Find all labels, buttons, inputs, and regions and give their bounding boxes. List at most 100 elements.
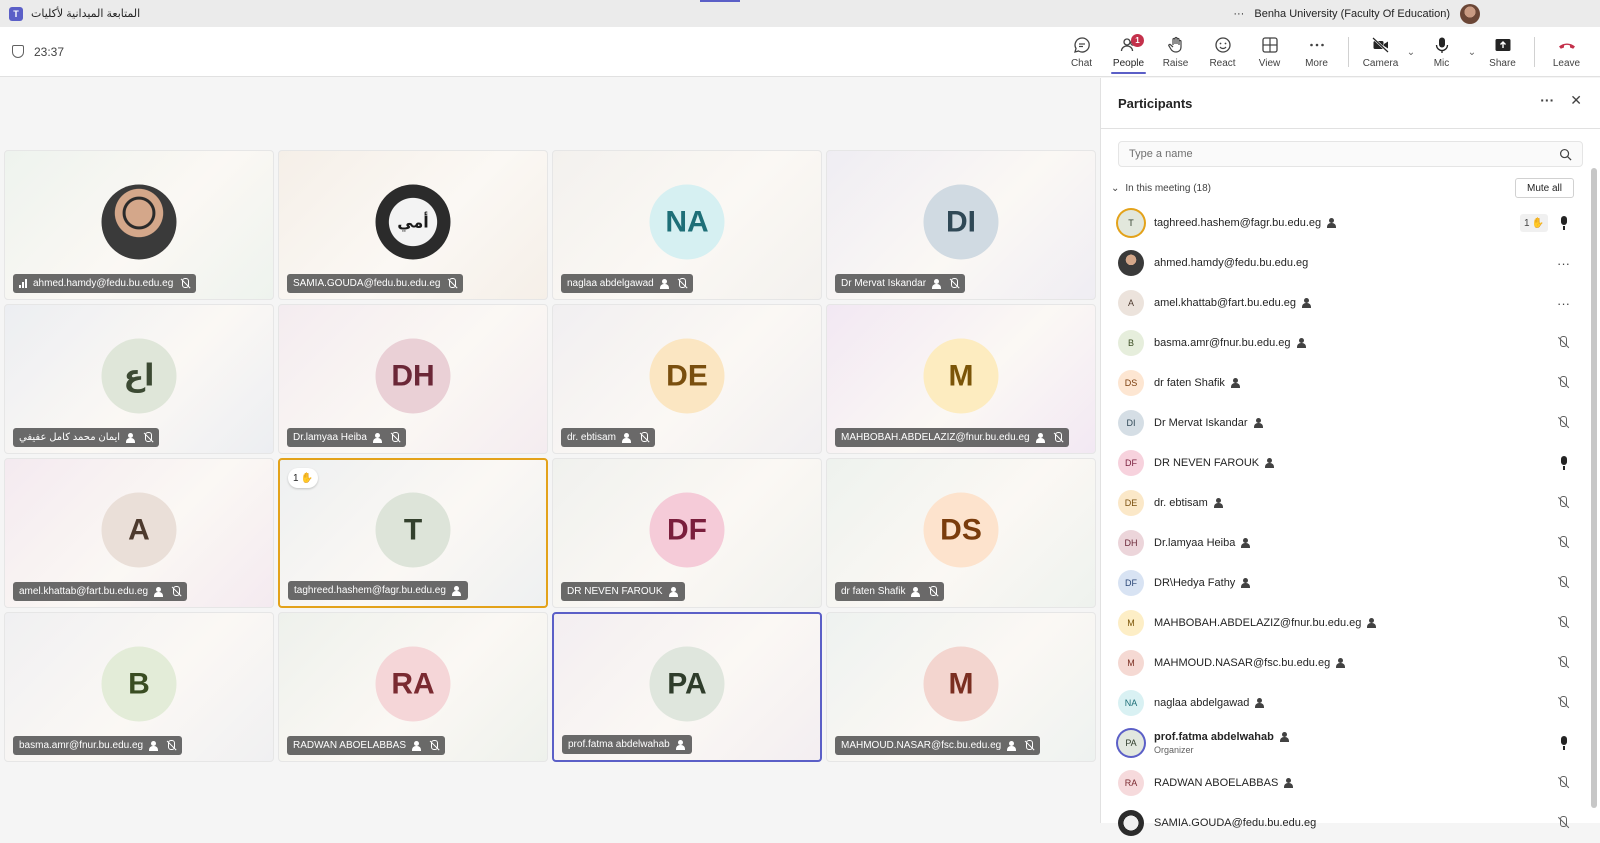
video-tile[interactable]: اع ايمان محمد كامل عفيفي — [4, 304, 274, 454]
participant-name: ahmed.hamdy@fedu.bu.edu.eg — [1154, 257, 1309, 269]
leave-button[interactable]: Leave — [1543, 27, 1590, 77]
chat-label: Chat — [1070, 58, 1093, 69]
close-icon[interactable]: ✕ — [1570, 92, 1582, 109]
participant-status — [1557, 643, 1570, 683]
panel-more-icon[interactable]: ··· — [1540, 92, 1554, 109]
participant-avatar: DF — [1118, 450, 1144, 476]
view-button[interactable]: View — [1246, 27, 1293, 77]
participant-row[interactable]: DF DR\Hedya Fathy — [1101, 563, 1600, 603]
user-avatar[interactable] — [1460, 3, 1480, 24]
attendee-icon — [1035, 432, 1046, 443]
participant-avatar: M — [923, 646, 999, 722]
more-icon — [1309, 43, 1324, 47]
video-tile[interactable]: أمي SAMIA.GOUDA@fedu.bu.edu.eg — [278, 150, 548, 300]
participant-row[interactable]: SAMIA.GOUDA@fedu.bu.edu.eg — [1101, 803, 1600, 843]
share-label: Share — [1489, 58, 1516, 69]
video-tile[interactable]: M MAHMOUD.NASAR@fsc.bu.edu.eg — [826, 612, 1096, 762]
raise-hand-button[interactable]: Raise — [1152, 27, 1199, 77]
video-tile[interactable]: RA RADWAN ABOELABBAS — [278, 612, 548, 762]
video-tile[interactable]: Aamel.khattab@fart.bu.edu.eg — [4, 458, 274, 608]
video-tile[interactable]: DI Dr Mervat Iskandar — [826, 150, 1096, 300]
hand-count: 1 — [1523, 217, 1530, 229]
video-tile[interactable]: ahmed.hamdy@fedu.bu.edu.eg — [4, 150, 274, 300]
attendee-icon — [1327, 218, 1337, 228]
signal-icon — [19, 279, 27, 288]
participant-row[interactable]: Ttaghreed.hashem@fagr.bu.edu.eg 1 ✋ — [1101, 203, 1600, 243]
attendee-icon — [621, 432, 632, 443]
org-name[interactable]: Benha University (Faculty Of Education) — [1254, 8, 1450, 20]
participant-name-row: amel.khattab@fart.bu.edu.eg — [1154, 297, 1312, 309]
participant-status — [1558, 443, 1570, 483]
panel-scrollbar[interactable] — [1591, 168, 1597, 808]
participant-name: basma.amr@fnur.bu.edu.eg — [1154, 337, 1291, 349]
participant-avatar: DE — [1118, 490, 1144, 516]
video-tile[interactable]: 1 ✋ Ttaghreed.hashem@fagr.bu.edu.eg — [278, 458, 548, 608]
more-label: More — [1305, 58, 1328, 69]
participant-avatar: T — [1118, 210, 1144, 236]
participant-row[interactable]: M MAHBOBAH.ABDELAZIZ@fnur.bu.edu.eg — [1101, 603, 1600, 643]
mic-button[interactable]: Mic — [1418, 27, 1465, 77]
attendee-icon — [1284, 778, 1294, 788]
participant-avatar: M — [923, 338, 999, 414]
video-tile[interactable]: DF DR NEVEN FAROUK — [552, 458, 822, 608]
mic-off-icon — [638, 432, 649, 443]
participant-photo — [101, 184, 177, 260]
tile-name: MAHBOBAH.ABDELAZIZ@fnur.bu.edu.eg — [841, 432, 1030, 443]
in-meeting-section[interactable]: ⌄ In this meeting (18) Mute all — [1101, 173, 1600, 203]
participant-row[interactable]: RA RADWAN ABOELABBAS — [1101, 763, 1600, 803]
participant-row[interactable]: DE dr. ebtisam — [1101, 483, 1600, 523]
video-tile[interactable]: DH Dr.lamyaa Heiba — [278, 304, 548, 454]
tile-nametag: Dr Mervat Iskandar — [835, 274, 966, 293]
share-button[interactable]: Share — [1479, 27, 1526, 77]
participant-row[interactable]: NA naglaa abdelgawad — [1101, 683, 1600, 723]
participant-avatar: DH — [375, 338, 451, 414]
toolbar-actions: Chat 1 People Raise React View More Came… — [1058, 27, 1590, 77]
attendee-icon — [154, 586, 164, 597]
mute-all-button[interactable]: Mute all — [1514, 178, 1574, 198]
participant-avatar: NA — [1118, 690, 1144, 716]
title-more-icon[interactable]: ··· — [1233, 8, 1244, 20]
mic-off-icon — [1557, 776, 1570, 790]
participant-row[interactable]: M MAHMOUD.NASAR@fsc.bu.edu.eg — [1101, 643, 1600, 683]
tile-nametag: RADWAN ABOELABBAS — [287, 736, 445, 755]
camera-options-chevron-icon[interactable]: ⌄ — [1404, 47, 1418, 58]
participant-row[interactable]: DF DR NEVEN FAROUK — [1101, 443, 1600, 483]
mic-options-chevron-icon[interactable]: ⌄ — [1465, 47, 1479, 58]
mic-off-icon — [1557, 696, 1570, 710]
participant-row[interactable]: DI Dr Mervat Iskandar — [1101, 403, 1600, 443]
participant-status — [1557, 403, 1570, 443]
participant-row[interactable]: DH Dr.lamyaa Heiba — [1101, 523, 1600, 563]
panel-title: Participants — [1118, 95, 1193, 111]
react-label: React — [1209, 58, 1236, 69]
tile-name: SAMIA.GOUDA@fedu.bu.edu.eg — [293, 278, 441, 289]
hand-icon — [1167, 36, 1182, 53]
attendee-icon — [1302, 298, 1312, 308]
mic-icon — [1558, 456, 1570, 470]
participant-row[interactable]: DS dr faten Shafik — [1101, 363, 1600, 403]
participant-row[interactable]: Aamel.khattab@fart.bu.edu.eg ··· — [1101, 283, 1600, 323]
video-tile[interactable]: Bbasma.amr@fnur.bu.edu.eg — [4, 612, 274, 762]
participant-row[interactable]: Bbasma.amr@fnur.bu.edu.eg — [1101, 323, 1600, 363]
tile-nametag: MAHMOUD.NASAR@fsc.bu.edu.eg — [835, 736, 1041, 755]
mic-off-icon — [948, 278, 959, 289]
react-button[interactable]: React — [1199, 27, 1246, 77]
video-tile[interactable]: DE dr. ebtisam — [552, 304, 822, 454]
more-button[interactable]: More — [1293, 27, 1340, 77]
attendee-icon — [668, 586, 679, 597]
participant-row[interactable]: ahmed.hamdy@fedu.bu.edu.eg ··· — [1101, 243, 1600, 283]
video-tile[interactable]: M MAHBOBAH.ABDELAZIZ@fnur.bu.edu.eg — [826, 304, 1096, 454]
video-tile[interactable]: PA prof.fatma abdelwahab — [552, 612, 822, 762]
participant-more-icon[interactable]: ··· — [1557, 296, 1570, 311]
tile-name: naglaa abdelgawad — [567, 278, 654, 289]
video-tile[interactable]: NA naglaa abdelgawad — [552, 150, 822, 300]
participant-search-input[interactable]: Type a name — [1118, 141, 1583, 167]
participant-name-row: DR\Hedya Fathy — [1154, 577, 1251, 589]
people-button[interactable]: 1 People — [1105, 27, 1152, 77]
participant-info: amel.khattab@fart.bu.edu.eg — [1154, 297, 1312, 309]
camera-button[interactable]: Camera — [1357, 27, 1404, 77]
chat-button[interactable]: Chat — [1058, 27, 1105, 77]
participant-row[interactable]: PA prof.fatma abdelwahab Organizer — [1101, 723, 1600, 763]
section-chevron-icon: ⌄ — [1111, 182, 1120, 194]
video-tile[interactable]: DS dr faten Shafik — [826, 458, 1096, 608]
participant-more-icon[interactable]: ··· — [1557, 256, 1570, 271]
